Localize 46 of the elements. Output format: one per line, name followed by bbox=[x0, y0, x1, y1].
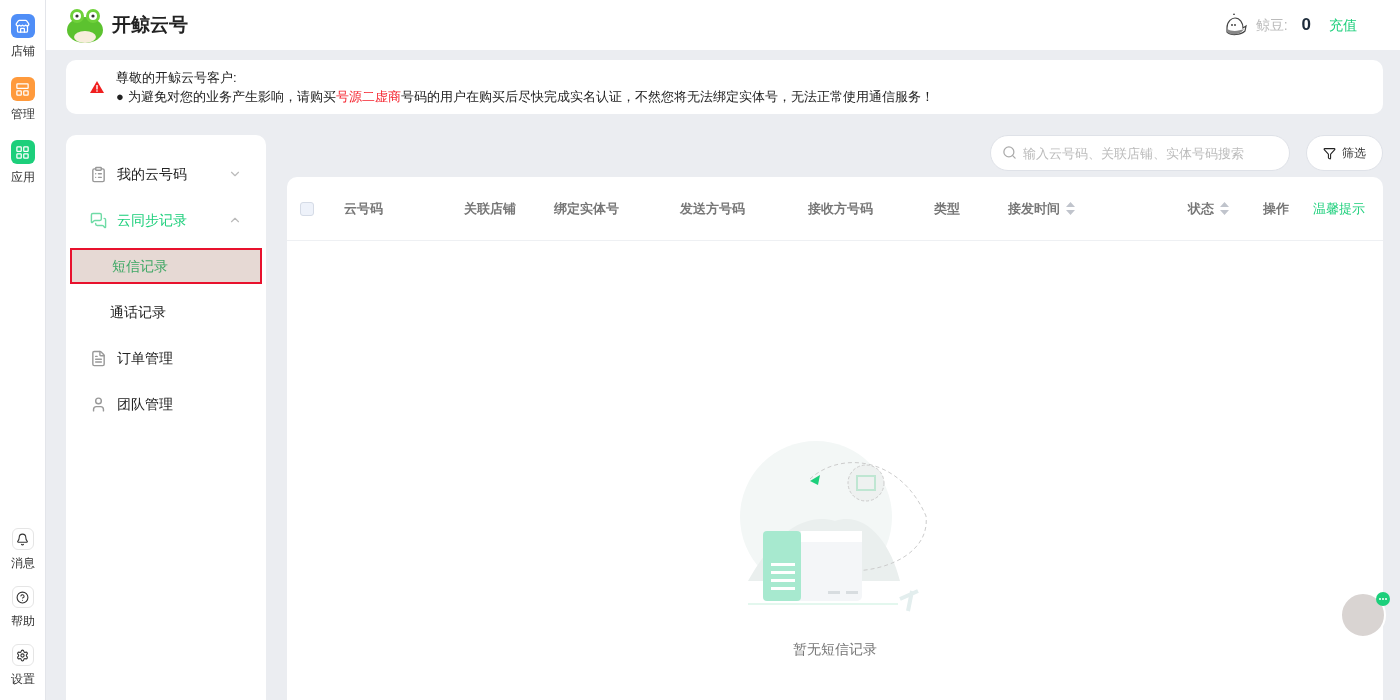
filter-icon bbox=[1323, 146, 1336, 160]
rail-item[interactable]: 店铺 bbox=[10, 14, 35, 60]
bullet-dot: ● bbox=[116, 88, 124, 106]
menu-item[interactable]: 团队管理 bbox=[70, 381, 262, 427]
document-icon bbox=[90, 349, 107, 367]
column-header: 操作 bbox=[1263, 199, 1289, 218]
column-header: 发送方号码 bbox=[680, 199, 745, 218]
menu-item[interactable]: 我的云号码 bbox=[70, 151, 262, 197]
search-field[interactable]: 输入云号码、关联店铺、实体号码搜索 bbox=[990, 135, 1290, 171]
notice-text: 为避免对您的业务产生影响，请购买号源二虚商号码的用户在购买后尽快完成实名认证，不然您将无法绑定实体号，无法正常使用通信服务！ bbox=[127, 88, 934, 106]
clipboard-icon bbox=[90, 165, 107, 183]
user-icon bbox=[90, 395, 107, 413]
rail-item[interactable]: 帮助 bbox=[10, 586, 35, 630]
column-header: 绑定实体号 bbox=[554, 199, 619, 218]
rail-item[interactable]: 应用 bbox=[10, 140, 35, 186]
beans-label: 鲸豆: bbox=[1255, 15, 1288, 35]
store-icon bbox=[10, 14, 35, 38]
frog-logo-icon bbox=[66, 7, 104, 43]
column-header: 类型 bbox=[934, 199, 960, 218]
beans-value: 0 bbox=[1301, 14, 1311, 37]
whale-icon bbox=[1223, 12, 1248, 38]
checkbox[interactable] bbox=[300, 201, 314, 216]
filter-button[interactable]: 筛选 bbox=[1306, 135, 1383, 171]
bell-icon bbox=[11, 528, 34, 550]
column-header: 状态 bbox=[1188, 199, 1214, 218]
rail-item[interactable]: 设置 bbox=[10, 644, 35, 688]
grid-icon bbox=[10, 140, 35, 164]
sort-icon[interactable] bbox=[1220, 202, 1229, 215]
help-icon bbox=[11, 586, 34, 608]
search-icon bbox=[1002, 145, 1017, 160]
layout-icon bbox=[10, 77, 35, 101]
chat-icon bbox=[90, 211, 107, 229]
brand-name: 开鲸云号 bbox=[112, 12, 188, 37]
rail-item[interactable]: 管理 bbox=[10, 77, 35, 123]
empty-message: 暂无短信记录 bbox=[793, 640, 877, 659]
column-header: 接收方号码 bbox=[808, 199, 873, 218]
settings-icon bbox=[11, 644, 34, 666]
sort-icon[interactable] bbox=[1066, 202, 1075, 215]
submenu-item[interactable]: 通话记录 bbox=[70, 294, 262, 330]
column-header: 关联店铺 bbox=[464, 199, 516, 218]
column-header: 云号码 bbox=[344, 199, 383, 218]
notice-title: 尊敬的开鲸云号客户: bbox=[116, 69, 238, 87]
warning-icon bbox=[90, 81, 104, 93]
menu-item[interactable]: 订单管理 bbox=[70, 335, 262, 381]
rail-item[interactable]: 消息 bbox=[10, 528, 35, 572]
column-header: 接发时间 bbox=[1008, 199, 1060, 218]
